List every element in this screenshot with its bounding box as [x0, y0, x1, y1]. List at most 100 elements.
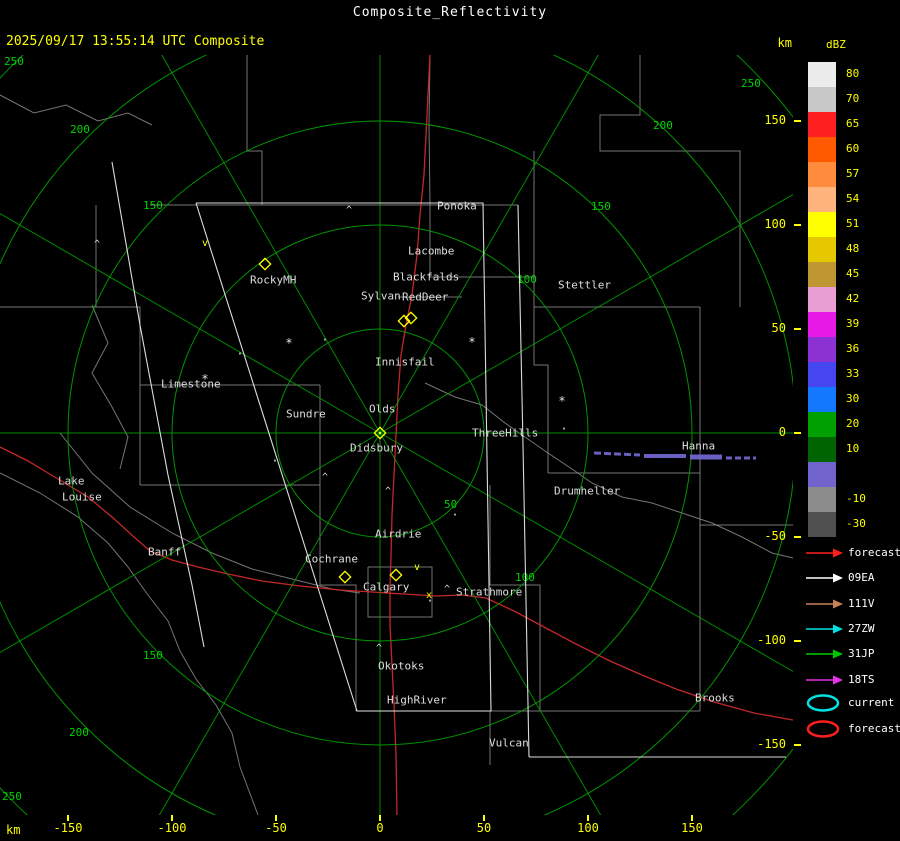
colorbar-value-label: -10: [846, 492, 866, 505]
range-ring-label: 150: [143, 199, 163, 212]
radial-grid-line: [379, 432, 793, 673]
caret-marker-icon: v: [202, 238, 208, 249]
place-label-stettler: Stettler: [558, 278, 611, 292]
place-label-sylvan: Sylvan: [361, 289, 401, 303]
right-axis-tick: [794, 432, 801, 434]
radar-center-dot-icon: [379, 432, 381, 434]
range-ring-label: 250: [4, 55, 24, 68]
county-boundary: [533, 277, 549, 473]
hat-marker-icon: ^: [346, 205, 352, 216]
range-ring-label: 200: [70, 123, 90, 136]
place-label-ponoka: Ponoka: [437, 199, 477, 213]
scan-area-boundary: [111, 161, 205, 648]
colorbar-value-label: 80: [846, 67, 860, 80]
radial-grid-line: [158, 432, 381, 815]
place-label-hanna: Hanna: [682, 439, 716, 453]
bottom-axis-label: -100: [157, 821, 187, 835]
right-axis-label: -50: [764, 529, 786, 543]
colorbar-value-label: 39: [846, 317, 860, 330]
place-label-lacombe: Lacombe: [408, 244, 455, 258]
legend-label-forecast: forecast: [848, 722, 900, 735]
legend-label-27ZW: 27ZW: [848, 621, 875, 635]
legend-label-09EA: 09EA: [848, 571, 875, 585]
place-label-lake: Lake: [58, 474, 85, 488]
place-label-rockymh: RockyMH: [250, 273, 297, 287]
place-label-limestone: Limestone: [161, 377, 221, 391]
legend-arrow-icon: [806, 548, 843, 558]
colorbar-value-label: 10: [846, 442, 860, 455]
colorbar-value-label: -30: [846, 517, 866, 530]
timestamp: 2025/09/17 13:55:14 UTC Composite: [6, 34, 265, 49]
county-boundary: [599, 55, 741, 307]
bottom-axis-label: 50: [476, 821, 492, 835]
place-label-airdrie: Airdrie: [375, 527, 422, 541]
county-boundary: [95, 205, 141, 385]
range-ring-label: 250: [2, 790, 22, 803]
county-boundary: [0, 94, 153, 126]
county-boundary: [91, 304, 129, 470]
radar-app-window: Composite_Reflectivity 2025/09/17 13:55:…: [0, 0, 900, 841]
colorbar-cell-20: [808, 412, 836, 437]
county-boundary: [0, 472, 259, 815]
legend-label-current: current: [848, 696, 895, 709]
colorbar-title: dBZ: [826, 38, 846, 51]
colorbar-cell-70: [808, 87, 836, 112]
right-axis-tick: [794, 328, 801, 330]
right-axis-label: -150: [757, 737, 786, 751]
colorbar-cell-60: [808, 137, 836, 162]
legend-label-18TS: 18TS: [848, 672, 875, 686]
dot-marker-icon: ·: [271, 454, 278, 468]
colorbar-value-label: 42: [846, 292, 860, 305]
place-label-highriver: HighRiver: [387, 693, 447, 707]
legend-ellipse-icon: [806, 720, 840, 738]
place-label-threehills: ThreeHills: [472, 426, 539, 440]
bottom-scale-unit-label: km: [6, 823, 21, 837]
legend-ellipse-icon: [806, 694, 840, 712]
colorbar-cell-10: [808, 437, 836, 462]
colorbar-value-label: 57: [846, 167, 860, 180]
legend-label-111V: 111V: [848, 596, 875, 610]
right-axis-label: 150: [764, 113, 786, 127]
colorbar-cell-unlabeled: [808, 462, 836, 487]
county-boundary: [319, 485, 357, 711]
right-axis-label: 50: [771, 321, 786, 335]
star-marker-icon: *: [285, 336, 292, 350]
caret-marker-icon: v: [414, 562, 420, 573]
colorbar-cell-51: [808, 212, 836, 237]
bottom-axis-label: 100: [577, 821, 599, 835]
colorbar-value-label: 48: [846, 242, 860, 255]
colorbar-value-label: 33: [846, 367, 860, 380]
colorbar-cell-57: [808, 162, 836, 187]
colorbar-cell-36: [808, 337, 836, 362]
colorbar-value-label: 30: [846, 392, 860, 405]
colorbar-cell-80: [808, 62, 836, 87]
right-axis-label: -100: [757, 633, 786, 647]
colorbar-value-label: 60: [846, 142, 860, 155]
right-axis-tick: [794, 120, 801, 122]
place-label-olds: Olds: [369, 402, 396, 416]
legend-arrow-icon: [806, 624, 843, 634]
hat-marker-icon: ^: [385, 486, 391, 497]
right-axis-label: 100: [764, 217, 786, 231]
radial-grid-line: [161, 55, 381, 434]
colorbar-value-label: 20: [846, 417, 860, 430]
colorbar-cell-33: [808, 362, 836, 387]
county-boundary: [424, 382, 793, 559]
star-marker-icon: *: [468, 335, 475, 349]
radar-site-diamond-icon: [338, 570, 352, 584]
radar-map[interactable]: 250 200 150 250 200 150 100 50 100 150 200 250 v v x * *…: [0, 55, 793, 815]
county-boundary: [246, 55, 263, 205]
range-ring-label: 200: [69, 726, 89, 739]
place-label-sundre: Sundre: [286, 407, 326, 421]
dot-marker-icon: ·: [321, 333, 328, 347]
range-ring-label: 250: [741, 77, 761, 90]
colorbar-value-label: 45: [846, 267, 860, 280]
colorbar-cell-54: [808, 187, 836, 212]
dot-marker-icon: ·: [426, 594, 433, 608]
colorbar-value-label: 51: [846, 217, 860, 230]
hat-marker-icon: ^: [444, 584, 450, 595]
place-label-louise: Louise: [62, 490, 102, 504]
range-ring-label: 200: [653, 119, 673, 132]
bottom-axis-label: 150: [681, 821, 703, 835]
colorbar-cell-39: [808, 312, 836, 337]
